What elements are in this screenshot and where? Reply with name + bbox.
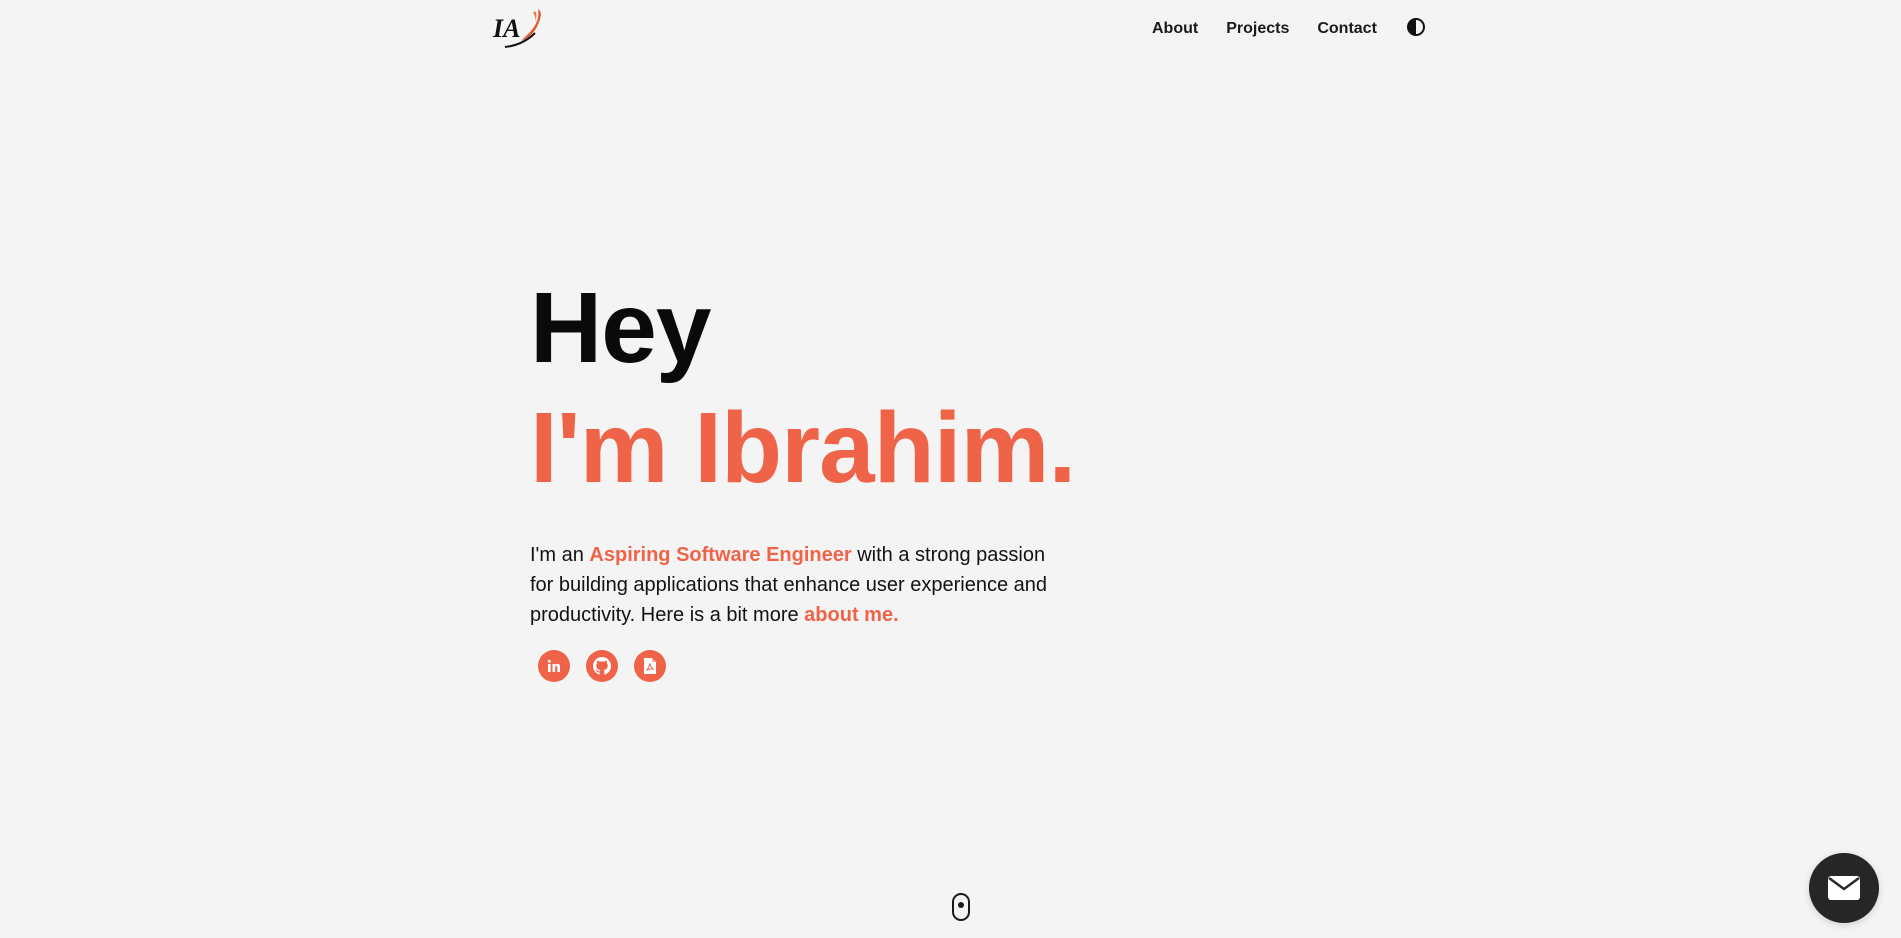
envelope-icon [1828, 876, 1860, 900]
nav-projects-link[interactable]: Projects [1226, 18, 1289, 40]
resume-pdf-icon [644, 658, 656, 674]
bio-text-1: I'm an [530, 544, 590, 566]
social-links [538, 650, 1130, 682]
hero-greeting: Hey [530, 272, 711, 384]
nav-contact-link[interactable]: Contact [1317, 18, 1377, 40]
nav-about-link[interactable]: About [1152, 18, 1198, 40]
page: IA About Projects Contact Hey I'm Ibrahi… [0, 0, 1901, 938]
bio-role-highlight: Aspiring Software Engineer [589, 544, 852, 566]
about-me-link[interactable]: about me. [804, 604, 898, 626]
hero-section: Hey I'm Ibrahim. I'm an Aspiring Softwar… [530, 272, 1130, 682]
github-button[interactable] [586, 650, 618, 682]
resume-button[interactable] [634, 650, 666, 682]
contact-mail-button[interactable] [1809, 853, 1879, 923]
svg-text:IA: IA [492, 14, 520, 43]
half-circle-contrast-icon [1406, 18, 1425, 36]
scroll-dot [958, 902, 964, 908]
github-icon [593, 657, 611, 675]
theme-toggle-button[interactable] [1406, 17, 1426, 37]
linkedin-button[interactable] [538, 650, 570, 682]
hero-name: I'm Ibrahim. [530, 392, 1076, 504]
mouse-scroll-icon[interactable] [952, 893, 970, 921]
site-logo[interactable]: IA [491, 7, 543, 49]
logo-icon: IA [492, 9, 541, 48]
linkedin-icon [547, 659, 560, 672]
main-nav: About Projects Contact [1152, 18, 1426, 40]
hero-bio: I'm an Aspiring Software Engineer with a… [530, 540, 1060, 630]
